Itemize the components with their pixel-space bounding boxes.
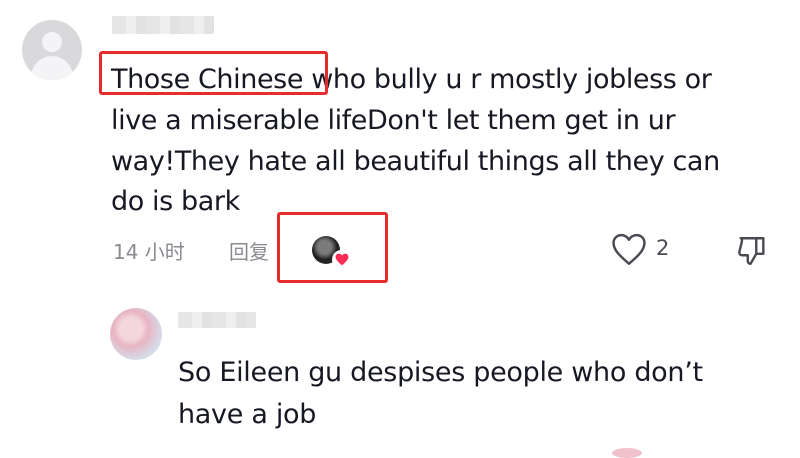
- reply-text: So Eileen gu despises people who don’t h…: [178, 357, 703, 430]
- thumbs-down-icon[interactable]: [734, 234, 770, 272]
- reply-name-redacted[interactable]: [178, 312, 256, 328]
- partial-element: [612, 448, 642, 458]
- comment-timestamp: 14 小时: [113, 240, 185, 264]
- reply-button[interactable]: 回复: [229, 236, 269, 265]
- reply-avatar[interactable]: [110, 308, 162, 360]
- default-avatar-icon: [42, 32, 62, 52]
- heart-outline-icon[interactable]: [610, 232, 648, 270]
- highlight-box-keyword: [99, 51, 328, 95]
- like-count: 2: [656, 236, 670, 260]
- commenter-name-redacted[interactable]: [112, 16, 214, 34]
- highlight-box-liker: [277, 212, 388, 283]
- commenter-avatar[interactable]: [22, 20, 82, 80]
